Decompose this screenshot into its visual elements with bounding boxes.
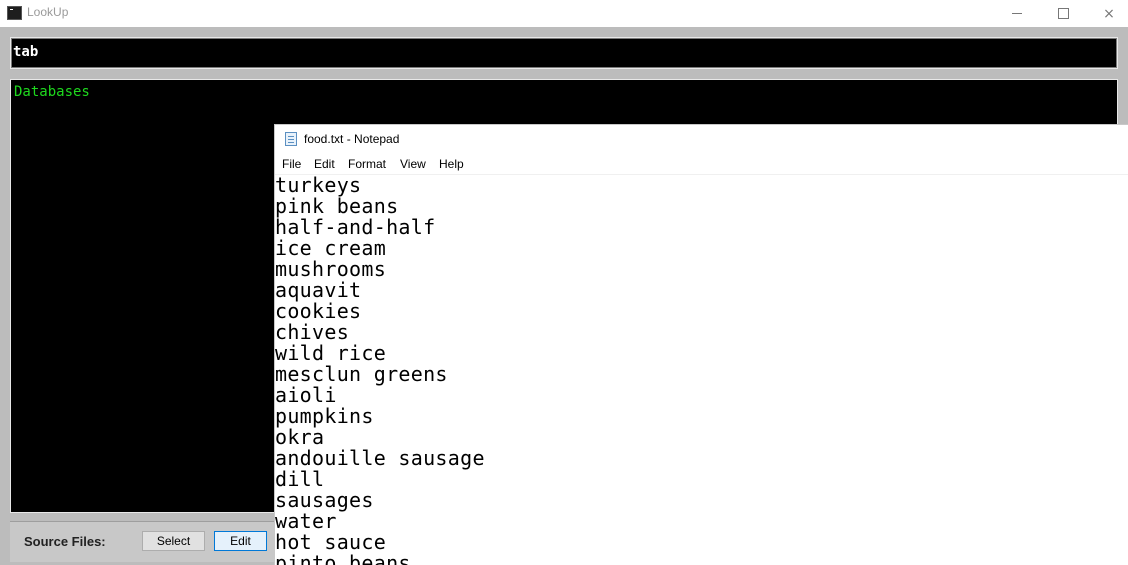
- text-line: andouille sausage: [275, 446, 485, 470]
- search-input[interactable]: [13, 40, 1111, 64]
- text-line: mushrooms: [275, 257, 387, 281]
- search-field-container: [10, 37, 1118, 69]
- text-line: water: [275, 509, 337, 533]
- edit-button[interactable]: Edit: [214, 531, 267, 551]
- text-line: sausages: [275, 488, 374, 512]
- maximize-button[interactable]: [1040, 0, 1086, 27]
- text-line: pink beans: [275, 194, 399, 218]
- source-files-bar: Source Files: Select Edit: [10, 521, 280, 562]
- title-bar: LookUp ×: [0, 0, 1128, 27]
- notepad-icon: [285, 132, 297, 146]
- menu-edit[interactable]: Edit: [314, 157, 335, 171]
- text-line: okra: [275, 425, 325, 449]
- notepad-title-bar: food.txt - Notepad: [275, 125, 1128, 153]
- lookup-window: LookUp × Databases Source Files: Select …: [0, 0, 1128, 565]
- window-title: LookUp: [27, 5, 69, 19]
- notepad-window: food.txt - Notepad File Edit Format View…: [274, 124, 1128, 565]
- text-line: cookies: [275, 299, 362, 323]
- text-line: chives: [275, 320, 350, 344]
- select-button[interactable]: Select: [142, 531, 205, 551]
- text-line: dill: [275, 467, 325, 491]
- text-line: wild rice: [275, 341, 387, 365]
- text-line: aioli: [275, 383, 337, 407]
- text-line: pumpkins: [275, 404, 374, 428]
- source-files-label: Source Files:: [24, 534, 106, 549]
- terminal-icon: [7, 6, 22, 20]
- text-line: hot sauce: [275, 530, 387, 554]
- maximize-icon: [1057, 8, 1069, 19]
- close-button[interactable]: ×: [1086, 0, 1128, 27]
- databases-header: Databases: [14, 84, 90, 100]
- menu-format[interactable]: Format: [348, 157, 386, 171]
- minimize-icon: [1012, 13, 1022, 14]
- minimize-button[interactable]: [994, 0, 1040, 27]
- text-line: turkeys: [275, 173, 362, 197]
- notepad-menu-bar: File Edit Format View Help: [275, 154, 1128, 175]
- menu-view[interactable]: View: [400, 157, 426, 171]
- text-line: ice cream: [275, 236, 387, 260]
- close-icon: ×: [1103, 5, 1115, 22]
- text-line: mesclun greens: [275, 362, 448, 386]
- menu-help[interactable]: Help: [439, 157, 464, 171]
- menu-file[interactable]: File: [282, 157, 301, 171]
- notepad-title: food.txt - Notepad: [304, 132, 400, 146]
- notepad-text-area[interactable]: turkeys pink beans half-and-half ice cre…: [275, 175, 1128, 565]
- text-line: pinto beans: [275, 551, 411, 565]
- text-line: half-and-half: [275, 215, 436, 239]
- text-line: aquavit: [275, 278, 362, 302]
